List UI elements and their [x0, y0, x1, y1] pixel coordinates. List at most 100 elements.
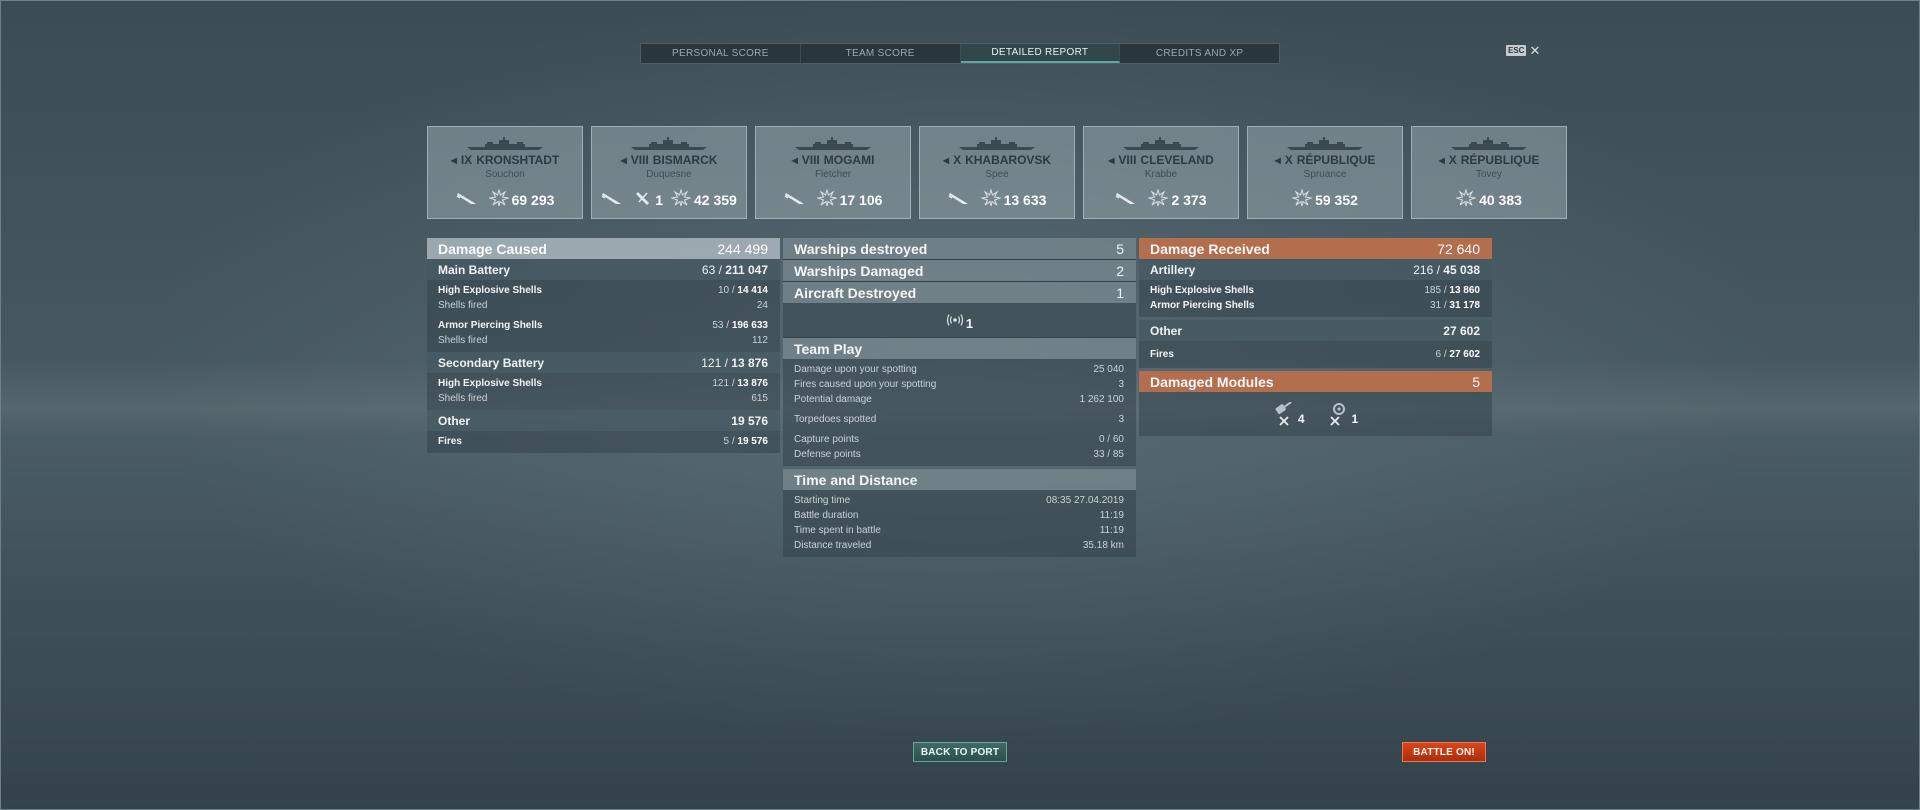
ship-class-icon: ◀ [1274, 155, 1281, 165]
shell-hit-icon [784, 190, 806, 209]
warships-damaged-label: Warships Damaged [794, 262, 924, 279]
module-turret-count: 4 [1297, 412, 1305, 426]
ship-stat-value: 42 359 [693, 191, 737, 208]
center-panel: Warships destroyed 5 Warships Damaged 2 … [783, 238, 1136, 557]
ship-class-icon: ◀ [620, 155, 627, 165]
shell-hit-icon [601, 190, 623, 209]
received-he-damage: 13 860 [1449, 285, 1480, 296]
main-ap-label: Armor Piercing Shells [438, 320, 543, 331]
artillery-damage: 45 038 [1443, 262, 1480, 277]
damage-received-panel: Damage Received 72 640 Artillery 216 / 4… [1139, 238, 1492, 436]
tab-personal-score[interactable]: PERSONAL SCORE [641, 44, 801, 63]
team-play-row: Fires caused upon your spotting 3 [783, 377, 1136, 392]
received-other-header: Other 27 602 [1139, 320, 1492, 341]
ship-class-icon: ◀ [942, 155, 950, 165]
ship-stats: 2 373 [1084, 189, 1238, 210]
close-icon: ✕ [1529, 42, 1541, 58]
ship-name: ◀ VIII BISMARCK [592, 153, 746, 167]
close-button[interactable]: ESC ✕ [1506, 42, 1541, 58]
ship-card[interactable]: ◀ VIII BISMARCK Duquesne 1 42 359 [591, 126, 747, 219]
team-play-row: Capture points 0 / 60 [783, 432, 1136, 447]
tab-detailed-report[interactable]: DETAILED REPORT [960, 44, 1121, 63]
time-distance-row-value: 11:19 [1099, 525, 1124, 536]
time-distance-row-value: 11:19 [1099, 510, 1124, 521]
ship-cards: ◀ IX KRONSHTADT Souchon 69 293 ◀ VIII BISMARCK D… [427, 126, 1567, 219]
ship-class-icon: ◀ [1438, 155, 1445, 165]
ship-stat: 1 [634, 190, 663, 209]
ship-stat-value: 1 [655, 191, 663, 208]
ship-name-text: RÉPUBLIQUE [1460, 153, 1540, 167]
damage-icon [670, 189, 691, 210]
team-play-title: Team Play [794, 340, 863, 357]
ship-card[interactable]: ◀ X RÉPUBLIQUE Spruance 59 352 [1247, 126, 1403, 219]
ship-name-text: CLEVELAND [1140, 153, 1214, 167]
main-ap-damage: 196 633 [731, 320, 768, 331]
received-other-title: Other [1150, 323, 1183, 338]
ship-stat: 69 293 [488, 189, 554, 210]
damage-icon [1292, 189, 1313, 210]
ship-card[interactable]: ◀ IX KRONSHTADT Souchon 69 293 [427, 126, 583, 219]
damage-icon [1148, 189, 1169, 210]
caused-other-rows: Fires 5 / 19 576 [427, 431, 780, 453]
tab-team-score[interactable]: TEAM SCORE [801, 44, 961, 63]
ship-card[interactable]: ◀ X KHABAROVSK Spee 13 633 [919, 126, 1075, 219]
team-play-row-label: Defense points [794, 449, 861, 460]
damage-received-header: Damage Received 72 640 [1139, 238, 1492, 259]
module-engine-count: 1 [1351, 412, 1359, 426]
player-name: Duquesne [646, 169, 692, 180]
ship-tier: VIII [630, 153, 649, 167]
team-play-row-label: Damage upon your spotting [794, 364, 917, 375]
main-battery-hits: 63 [701, 262, 716, 277]
ship-name: ◀ X RÉPUBLIQUE [1412, 153, 1566, 167]
engine-destroyed-icon [1329, 403, 1345, 426]
main-he-damage: 14 414 [737, 285, 768, 296]
main-battery-header: Main Battery 63 / 211 047 [427, 259, 780, 280]
caused-fires-damage: 19 576 [737, 436, 768, 447]
ship-name: ◀ IX KRONSHTADT [428, 153, 582, 167]
ship-name-text: MOGAMI [823, 153, 875, 167]
ship-card[interactable]: ◀ VIII MOGAMI Fletcher 17 106 [755, 126, 911, 219]
team-play-row-value: 0 / 60 [1098, 434, 1124, 445]
module-engine: 1 [1327, 402, 1359, 426]
main-he-row: High Explosive Shells 10 / 14 414 [438, 285, 768, 296]
secondary-battery-hits: 121 [701, 355, 722, 370]
ship-stat: 42 359 [670, 189, 737, 210]
secondary-fired-label: Shells fired [438, 393, 488, 404]
received-ap-row: Armor Piercing Shells 31 / 31 178 [1150, 300, 1480, 311]
ship-stat: 59 352 [1292, 189, 1358, 210]
warships-destroyed-value: 5 [1116, 240, 1124, 257]
ship-stat: 17 106 [816, 189, 882, 210]
ship-stat-value: 59 352 [1315, 191, 1358, 208]
secondary-battery-rows: High Explosive Shells 121 / 13 876 Shell… [427, 373, 780, 410]
ship-class-icon: ◀ [791, 155, 798, 165]
main-ap-row: Armor Piercing Shells 53 / 196 633 [438, 320, 768, 331]
team-play-row-label: Fires caused upon your spotting [794, 379, 937, 390]
received-fires-count: 6 [1435, 348, 1442, 360]
ship-stat [601, 190, 626, 209]
report-tabs: PERSONAL SCORE TEAM SCORE DETAILED REPOR… [640, 43, 1280, 64]
secondary-he-hits: 121 [712, 378, 730, 389]
damaged-modules-header: Damaged Modules 5 [1139, 371, 1492, 392]
secondary-he-label: High Explosive Shells [438, 378, 542, 389]
player-name: Souchon [485, 169, 525, 180]
back-to-port-button[interactable]: BACK TO PORT [913, 742, 1007, 762]
team-play-row-value: 3 [1118, 414, 1124, 425]
damaged-modules-title: Damaged Modules [1150, 373, 1274, 390]
caused-other-header: Other 19 576 [427, 410, 780, 431]
main-ap-hits: 53 [712, 320, 724, 331]
time-distance-row-label: Time spent in battle [794, 525, 881, 536]
battle-on-button[interactable]: BATTLE ON! [1402, 742, 1486, 762]
ship-name-text: KRONSHTADT [476, 153, 560, 167]
time-distance-row: Battle duration 11:19 [783, 508, 1136, 523]
team-play-rows: Damage upon your spotting 25 040 Fires ca… [783, 359, 1136, 466]
warships-damaged-row: Warships Damaged 2 [783, 260, 1136, 281]
artillery-hits: 216 [1413, 262, 1434, 277]
shell-hit-icon [456, 190, 478, 209]
artillery-rows: High Explosive Shells 185 / 13 860 Armor… [1139, 280, 1492, 317]
ship-tier: IX [460, 153, 473, 167]
ship-card[interactable]: ◀ VIII CLEVELAND Krabbe 2 373 [1083, 126, 1239, 219]
ship-card[interactable]: ◀ X RÉPUBLIQUE Tovey 40 383 [1411, 126, 1567, 219]
ship-silhouette-icon [1451, 137, 1527, 150]
tab-credits-and-xp[interactable]: CREDITS AND XP [1120, 44, 1279, 63]
ship-tier: X [953, 153, 962, 167]
